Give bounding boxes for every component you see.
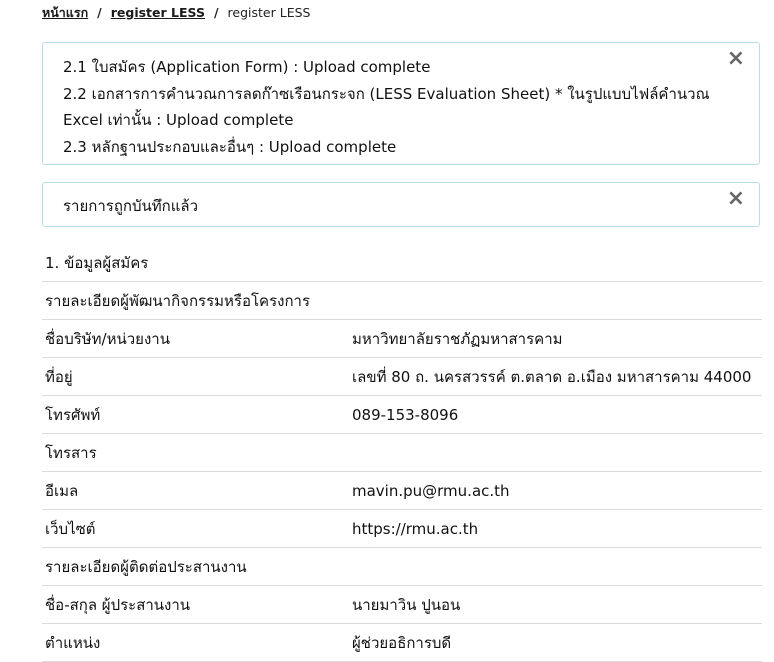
table-row: โทรศัพท์ 089-153-8096 — [42, 395, 762, 434]
field-label: โทรศัพท์ — [42, 395, 352, 434]
breadcrumb-home-link[interactable]: หน้าแรก — [42, 5, 88, 20]
close-icon[interactable]: × — [727, 185, 745, 213]
field-value: mavin.pu@rmu.ac.th — [352, 471, 762, 510]
field-value: เลขที่ 80 ถ. นครสวรรค์ ต.ตลาด อ.เมือง มห… — [352, 357, 762, 396]
field-value: 089-153-8096 — [352, 395, 762, 434]
section-title: 1. ข้อมูลผู้สมัคร — [42, 244, 762, 282]
field-value: ผู้ช่วยอธิการบดี — [352, 623, 762, 662]
field-value: มหาวิทยาลัยราชภัฏมหาสารคาม — [352, 319, 762, 358]
saved-alert: × รายการถูกบันทึกแล้ว — [42, 182, 760, 227]
table-row: ชื่อ-สกุล ผู้ประสานงาน นายมาวิน ปูนอน — [42, 585, 762, 624]
table-row: รายละเอียดผู้พัฒนากิจกรรมหรือโครงการ — [42, 281, 762, 320]
field-label: อีเมล — [42, 471, 352, 510]
upload-status-line: 2.3 หลักฐานประกอบและอื่นๆ : Upload compl… — [63, 137, 397, 156]
field-value: นายมาวิน ปูนอน — [352, 585, 762, 624]
field-value — [352, 433, 762, 472]
breadcrumb: หน้าแรก / register LESS / register LESS — [42, 3, 310, 23]
breadcrumb-separator: / — [97, 5, 102, 20]
table-row: 1. ข้อมูลผู้สมัคร — [42, 244, 762, 282]
field-value: https://rmu.ac.th — [352, 509, 762, 548]
field-label: เว็บไซต์ — [42, 509, 352, 548]
applicant-info-table: 1. ข้อมูลผู้สมัคร รายละเอียดผู้พัฒนากิจก… — [42, 244, 762, 662]
breadcrumb-register-link[interactable]: register LESS — [111, 5, 205, 20]
saved-message: รายการถูกบันทึกแล้ว — [63, 197, 199, 215]
field-label: ตำแหน่ง — [42, 623, 352, 662]
field-label: ชื่อ-สกุล ผู้ประสานงาน — [42, 585, 352, 624]
coordinator-heading: รายละเอียดผู้ติดต่อประสานงาน — [42, 547, 762, 586]
field-label: ที่อยู่ — [42, 357, 352, 396]
table-row: ที่อยู่ เลขที่ 80 ถ. นครสวรรค์ ต.ตลาด อ.… — [42, 357, 762, 396]
field-label: โทรสาร — [42, 433, 352, 472]
table-row: ตำแหน่ง ผู้ช่วยอธิการบดี — [42, 623, 762, 662]
upload-status-alert: × 2.1 ใบสมัคร (Application Form) : Uploa… — [42, 42, 760, 165]
upload-status-line: 2.1 ใบสมัคร (Application Form) : Upload … — [63, 58, 431, 76]
close-icon[interactable]: × — [727, 45, 745, 73]
table-row: อีเมล mavin.pu@rmu.ac.th — [42, 471, 762, 510]
breadcrumb-current: register LESS — [227, 5, 311, 20]
upload-status-line: 2.2 เอกสารการคำนวณการลดก๊าซเรือนกระจก (L… — [63, 84, 710, 103]
upload-status-line: Excel เท่านั้น : Upload complete — [63, 111, 294, 129]
breadcrumb-separator: / — [213, 5, 219, 20]
table-row: โทรสาร — [42, 433, 762, 472]
table-row: รายละเอียดผู้ติดต่อประสานงาน — [42, 547, 762, 586]
developer-heading: รายละเอียดผู้พัฒนากิจกรรมหรือโครงการ — [42, 281, 762, 320]
field-label: ชื่อบริษัท/หน่วยงาน — [42, 319, 352, 358]
table-row: เว็บไซต์ https://rmu.ac.th — [42, 509, 762, 548]
table-row: ชื่อบริษัท/หน่วยงาน มหาวิทยาลัยราชภัฏมหา… — [42, 319, 762, 358]
